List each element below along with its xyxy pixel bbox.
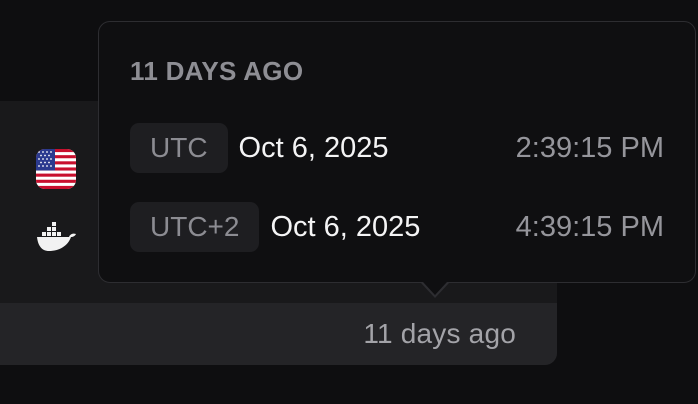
timezone-row-utc-plus-2: UTC+2 Oct 6, 2025 4:39:15 PM <box>130 202 664 252</box>
timezone-badge: UTC+2 <box>130 202 260 252</box>
relative-time[interactable]: 11 days ago <box>363 318 516 350</box>
card-footer: 11 days ago <box>0 303 557 365</box>
tooltip-arrow <box>423 282 447 295</box>
timezone-time: 4:39:15 PM <box>515 210 664 243</box>
timezone-badge: UTC <box>130 123 228 173</box>
timezone-time: 2:39:15 PM <box>515 131 664 164</box>
timestamp-tooltip: 11 DAYS AGO UTC Oct 6, 2025 2:39:15 PM U… <box>98 21 696 283</box>
timezone-date: Oct 6, 2025 <box>270 210 421 243</box>
tooltip-title: 11 DAYS AGO <box>130 56 304 86</box>
timezone-row-utc: UTC Oct 6, 2025 2:39:15 PM <box>130 123 664 173</box>
docker-icon <box>35 222 77 252</box>
timezone-date: Oct 6, 2025 <box>238 131 389 164</box>
us-flag-icon <box>36 149 76 189</box>
